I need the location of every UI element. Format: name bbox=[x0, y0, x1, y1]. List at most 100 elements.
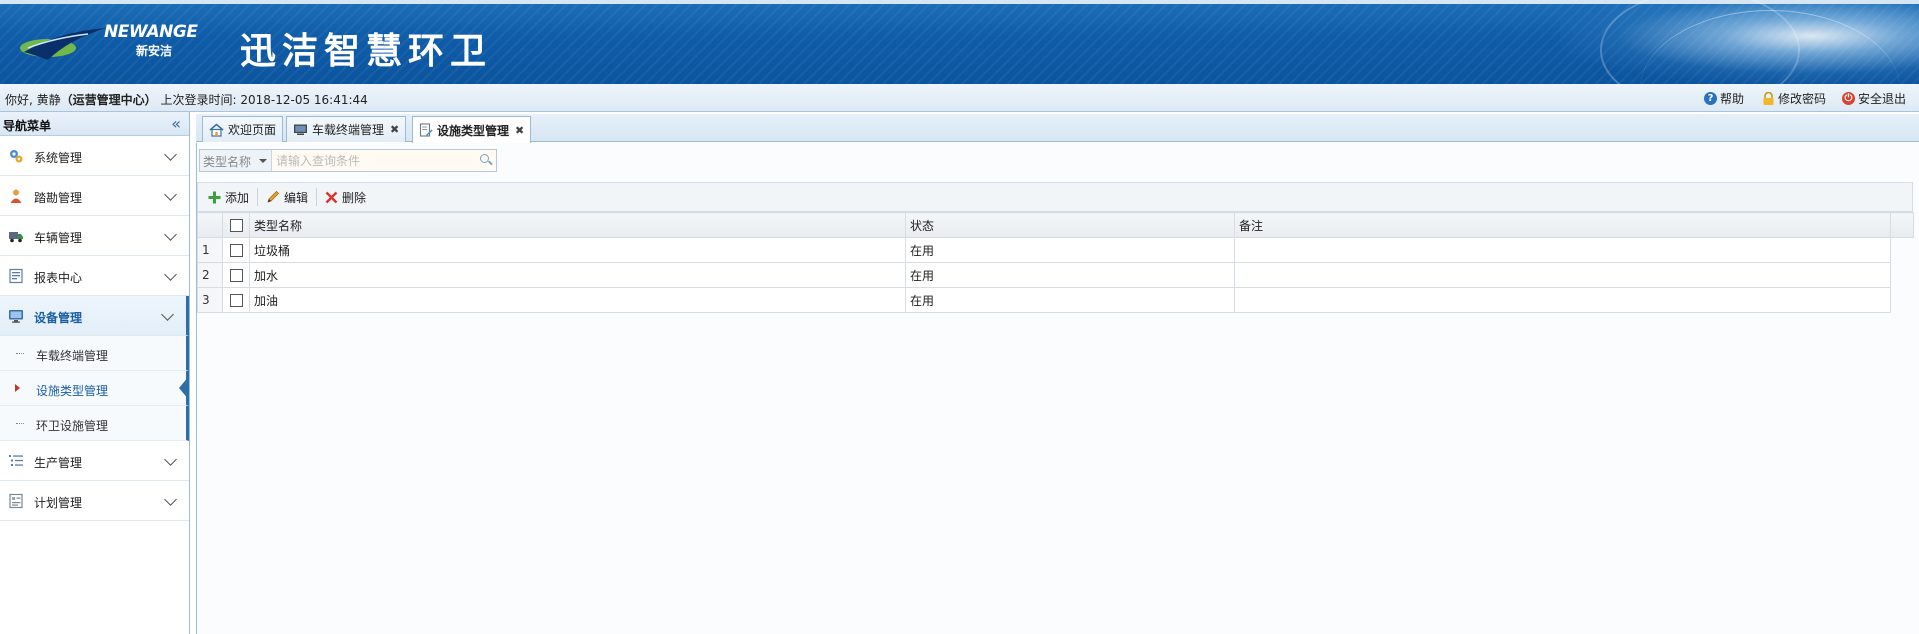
cell-status: 在用 bbox=[905, 287, 1235, 313]
column-header-name[interactable]: 类型名称 bbox=[249, 212, 906, 238]
tab-facility-type[interactable]: 设施类型管理 ✖ bbox=[412, 116, 532, 143]
monitor-icon bbox=[9, 310, 23, 323]
edit-label: 编辑 bbox=[284, 190, 309, 205]
sidebar-nav: 导航菜单 « 系统管理 踏勘管理 车辆管理 报表中心 设备管理 车载终端管理 设… bbox=[0, 112, 190, 634]
sidebar-title: 导航菜单 bbox=[3, 119, 52, 133]
cell-status: 在用 bbox=[905, 262, 1235, 288]
add-button[interactable]: 添加 bbox=[204, 186, 253, 208]
report-icon bbox=[9, 268, 23, 284]
row-checkbox[interactable] bbox=[222, 287, 250, 313]
nav-group-label: 踏勘管理 bbox=[34, 191, 83, 205]
search-icon[interactable] bbox=[476, 150, 496, 171]
greeting-org: （运营管理中心） bbox=[60, 93, 157, 107]
nav-group-system[interactable]: 系统管理 bbox=[0, 136, 189, 176]
tree-connector bbox=[16, 423, 24, 424]
row-spacer bbox=[1891, 238, 1914, 263]
nav-group-vehicle[interactable]: 车辆管理 bbox=[0, 216, 189, 256]
row-number: 2 bbox=[197, 262, 223, 288]
row-checkbox[interactable] bbox=[222, 262, 250, 288]
sidebar-item-label: 设施类型管理 bbox=[36, 384, 109, 398]
tab-label: 设施类型管理 bbox=[437, 123, 510, 138]
column-header-status[interactable]: 状态 bbox=[905, 212, 1235, 238]
help-label: 帮助 bbox=[1720, 92, 1745, 106]
cell-status: 在用 bbox=[905, 237, 1235, 263]
last-login-label: 上次登录时间: bbox=[160, 93, 241, 107]
cell-name: 加油 bbox=[249, 287, 906, 313]
list-icon bbox=[9, 455, 23, 466]
logo-english-text: NEWANGE bbox=[104, 22, 198, 42]
user-greeting: 你好, 黄静（运营管理中心） 上次登录时间: 2018-12-05 16:41:… bbox=[5, 91, 368, 108]
tab-label: 欢迎页面 bbox=[228, 123, 277, 137]
tab-welcome[interactable]: 欢迎页面 bbox=[202, 116, 284, 142]
checkbox-icon bbox=[229, 294, 243, 307]
greeting-user: 你好, 黄静 bbox=[5, 93, 61, 107]
plan-icon bbox=[9, 493, 23, 509]
nav-group-reports[interactable]: 报表中心 bbox=[0, 256, 189, 296]
column-header-remark[interactable]: 备注 bbox=[1234, 212, 1891, 238]
edit-button[interactable]: 编辑 bbox=[262, 186, 312, 208]
table-row[interactable]: 2 加水 在用 bbox=[197, 262, 1914, 288]
delete-button[interactable]: 删除 bbox=[321, 186, 370, 208]
nav-group-devices[interactable]: 设备管理 bbox=[0, 296, 189, 336]
power-icon: ⏻ bbox=[1842, 92, 1855, 105]
sidebar-item-sanitation-facility[interactable]: 环卫设施管理 bbox=[0, 406, 189, 441]
chevron-down-icon bbox=[259, 159, 267, 163]
add-label: 添加 bbox=[225, 190, 250, 205]
toolbar-separator bbox=[316, 188, 318, 206]
nav-group-survey[interactable]: 踏勘管理 bbox=[0, 176, 189, 216]
sidebar-item-facility-type[interactable]: 设施类型管理 bbox=[0, 371, 189, 406]
home-icon bbox=[209, 122, 224, 137]
monitor-icon bbox=[294, 124, 307, 135]
row-number: 1 bbox=[197, 237, 223, 263]
nav-group-production[interactable]: 生产管理 bbox=[0, 441, 189, 481]
active-marker-icon bbox=[15, 384, 20, 392]
logo-swoosh-icon bbox=[20, 28, 106, 60]
table-row[interactable]: 1 垃圾桶 在用 bbox=[197, 237, 1914, 263]
row-checkbox[interactable] bbox=[222, 237, 250, 263]
search-input[interactable] bbox=[272, 150, 476, 171]
sidebar-item-label: 环卫设施管理 bbox=[36, 419, 109, 433]
sidebar-item-vehicle-terminal[interactable]: 车载终端管理 bbox=[0, 336, 189, 371]
cell-name: 加水 bbox=[249, 262, 906, 288]
tab-vehicle-terminal[interactable]: 车载终端管理 ✖ bbox=[286, 116, 407, 142]
close-icon[interactable]: ✖ bbox=[515, 124, 524, 137]
truck-icon bbox=[9, 232, 23, 243]
help-link[interactable]: ? 帮助 bbox=[1704, 90, 1744, 107]
table-row[interactable]: 3 加油 在用 bbox=[197, 287, 1914, 313]
nav-group-label: 报表中心 bbox=[34, 271, 83, 285]
row-spacer bbox=[1891, 263, 1914, 288]
cell-remark bbox=[1234, 287, 1891, 313]
last-login-time: 2018-12-05 16:41:44 bbox=[240, 93, 368, 107]
sidebar-header: 导航菜单 « bbox=[0, 112, 189, 136]
logout-label: 安全退出 bbox=[1858, 92, 1907, 106]
nav-group-planning[interactable]: 计划管理 bbox=[0, 481, 189, 521]
nav-group-label: 系统管理 bbox=[34, 151, 83, 165]
active-notch-icon bbox=[179, 376, 189, 400]
plus-icon bbox=[208, 191, 221, 203]
close-icon[interactable]: ✖ bbox=[390, 123, 399, 136]
collapse-sidebar-icon[interactable]: « bbox=[171, 114, 181, 133]
checkbox-icon bbox=[229, 269, 243, 282]
search-field-select[interactable]: 类型名称 bbox=[200, 150, 272, 171]
scrollbar-header-spacer bbox=[1890, 212, 1914, 238]
tab-label: 车载终端管理 bbox=[312, 123, 385, 137]
search-field-value: 类型名称 bbox=[203, 155, 252, 169]
tab-bar: 欢迎页面 车载终端管理 ✖ 设施类型管理 ✖ bbox=[196, 114, 1919, 143]
grid-header-row: 类型名称 状态 备注 bbox=[197, 212, 1914, 238]
logout-link[interactable]: ⏻ 安全退出 bbox=[1842, 90, 1906, 107]
change-password-link[interactable]: 修改密码 bbox=[1762, 90, 1826, 107]
cell-remark bbox=[1234, 237, 1891, 263]
chevron-down-icon bbox=[164, 148, 177, 161]
rownum-header bbox=[197, 212, 223, 238]
change-password-label: 修改密码 bbox=[1778, 92, 1827, 106]
delete-label: 删除 bbox=[342, 190, 367, 205]
main-content: 类型名称 添加 编辑 删除 bbox=[196, 143, 1919, 634]
company-logo: NEWANGE 新安洁 bbox=[18, 22, 218, 66]
chevron-down-icon bbox=[161, 308, 174, 321]
help-icon: ? bbox=[1704, 92, 1717, 105]
logo-chinese-text: 新安洁 bbox=[136, 44, 173, 58]
search-box: 类型名称 bbox=[199, 149, 497, 172]
user-info-bar: 你好, 黄静（运营管理中心） 上次登录时间: 2018-12-05 16:41:… bbox=[0, 84, 1919, 112]
select-all-checkbox[interactable] bbox=[222, 212, 250, 238]
sidebar-item-label: 车载终端管理 bbox=[36, 349, 109, 363]
